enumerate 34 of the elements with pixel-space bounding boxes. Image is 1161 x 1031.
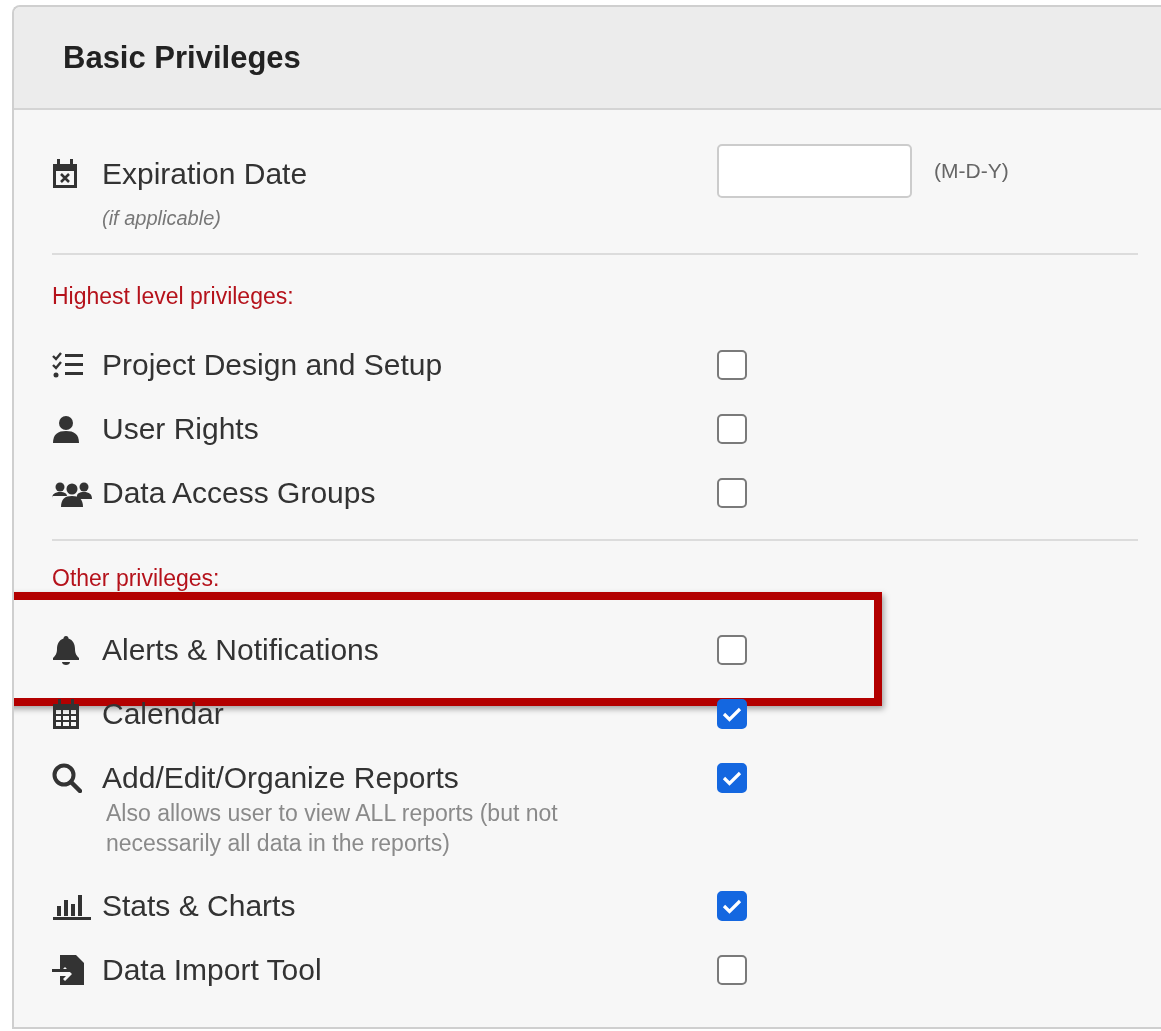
- privilege-label: Data Access Groups: [102, 476, 376, 510]
- search-icon: [52, 763, 82, 793]
- checkbox[interactable]: [717, 635, 747, 665]
- checkbox[interactable]: [717, 699, 747, 729]
- date-format-hint: (M-D-Y): [934, 159, 1009, 183]
- privilege-description: Also allows user to view ALL reports (but not necessarily all data in the reports): [106, 799, 559, 858]
- checkbox[interactable]: [717, 478, 747, 508]
- checkmark-icon: [722, 706, 742, 722]
- section-heading: Highest level privileges:: [52, 282, 295, 311]
- calendar-icon: [52, 699, 80, 729]
- checkbox[interactable]: [717, 350, 747, 380]
- calendar-x-icon: [52, 159, 78, 189]
- privilege-label: Data Import Tool: [102, 953, 322, 987]
- checkmark-icon: [722, 770, 742, 786]
- panel-title: Basic Privileges: [63, 39, 301, 76]
- checkbox[interactable]: [717, 763, 747, 793]
- checkbox[interactable]: [717, 414, 747, 444]
- privilege-label: Project Design and Setup: [102, 348, 443, 382]
- field-note: (if applicable): [102, 206, 222, 231]
- field-label: Expiration Date: [102, 157, 308, 191]
- file-import-icon: [52, 954, 86, 986]
- checkbox[interactable]: [717, 891, 747, 921]
- privilege-label: Alerts & Notifications: [102, 633, 379, 667]
- bell-icon: [52, 635, 80, 665]
- checkmark-icon: [722, 898, 742, 914]
- privilege-label: Add/Edit/Organize Reports: [102, 761, 459, 795]
- privilege-label: Calendar: [102, 697, 224, 731]
- privilege-label: User Rights: [102, 412, 259, 446]
- date-field[interactable]: [717, 144, 912, 198]
- user-icon: [52, 415, 80, 443]
- checkbox[interactable]: [717, 955, 747, 985]
- section-heading: Other privileges:: [52, 564, 221, 593]
- privilege-label: Stats & Charts: [102, 889, 296, 923]
- checklist-icon: [52, 351, 84, 379]
